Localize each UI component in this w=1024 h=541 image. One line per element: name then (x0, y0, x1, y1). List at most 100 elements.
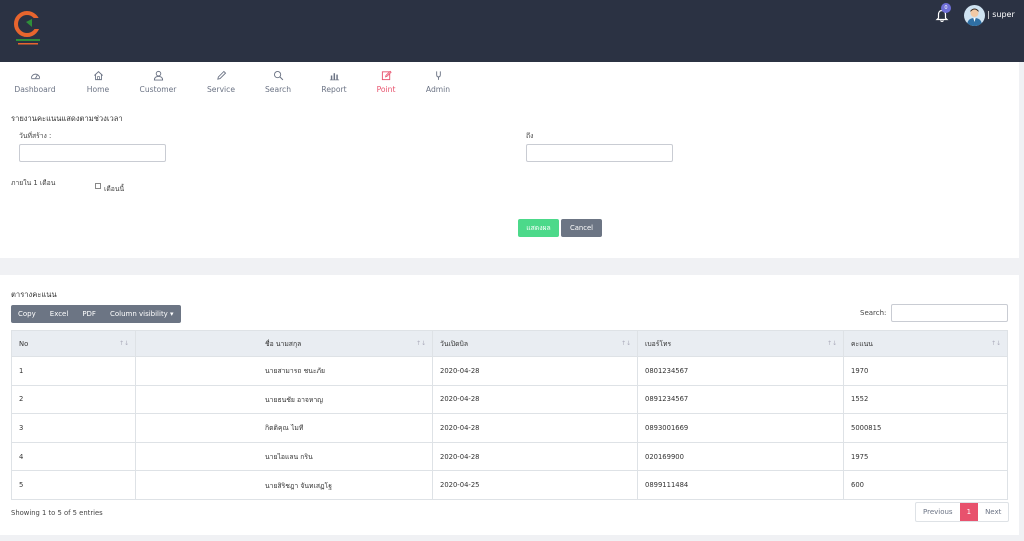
cell-no: 2 (11, 384, 136, 415)
cell-name: กิตติคุณ ไมที (135, 413, 433, 443)
cell-name: นายธนชัย อาจหาญ (135, 384, 433, 415)
user-icon (153, 70, 163, 81)
user-name[interactable]: | super (987, 10, 1015, 19)
cell-no: 4 (11, 441, 136, 472)
table-title: ตารางคะแนน (11, 290, 57, 299)
cell-name: นายไอแลน กริน (135, 441, 433, 472)
table-header-row: No ↑↓ ชื่อ นามสกุล ↑↓ วันเปิดบิล ↑↓ เบอร์โท… (11, 330, 1008, 357)
score-table: No ↑↓ ชื่อ นามสกุล ↑↓ วันเปิดบิล ↑↓ เบอร์โท… (11, 330, 1008, 500)
sort-icon: ↑↓ (620, 340, 631, 347)
nav-label: Dashboard (14, 85, 56, 94)
nav-label: Point (376, 85, 396, 94)
nav-item-point[interactable]: Point (373, 70, 399, 104)
cancel-button[interactable]: Cancel (561, 219, 602, 237)
created-date-label: วันที่สร้าง : (19, 132, 52, 140)
avatar-person-icon (967, 8, 982, 26)
cell-name: นายสิริชฎา จันทเสฏโฐ (135, 470, 433, 500)
cell-no: 5 (11, 470, 136, 500)
pagination-page[interactable]: 1 (959, 503, 979, 521)
nav-item-admin[interactable]: Admin (423, 70, 453, 104)
pencil-icon (216, 70, 226, 80)
column-header-phone[interactable]: เบอร์โทร ↑↓ (637, 330, 844, 357)
within-month-label: ภายใน 1 เดือน (11, 179, 56, 187)
column-header-label: คะแนน (851, 340, 873, 348)
nav-label: Home (86, 85, 110, 94)
nav-label: Search (264, 85, 292, 94)
column-header-label: ชื่อ นามสกุล (265, 340, 302, 348)
table-row: 4 นายไอแลน กริน 2020-04-28 020169900 197… (11, 441, 1008, 472)
cell-phone: 0893001669 (637, 413, 844, 443)
admin-icon (435, 71, 441, 80)
column-header-name[interactable]: ชื่อ นามสกุล ↑↓ (135, 330, 433, 357)
export-button-group: Copy Excel PDF Column visibility ▾ (11, 305, 181, 323)
nav-item-service[interactable]: Service (204, 70, 238, 104)
cell-score: 5000815 (843, 413, 1008, 443)
show-button[interactable]: แสดงผล (518, 219, 559, 237)
table-row: 2 นายธนชัย อาจหาญ 2020-04-28 0891234567 … (11, 384, 1008, 415)
column-header-bill-date[interactable]: วันเปิดบิล ↑↓ (432, 330, 638, 357)
filter-card: รายงานคะแนนแสดงตามช่วงเวลา วันที่สร้าง :… (0, 108, 1019, 258)
home-icon (93, 71, 103, 81)
this-month-label: เดือนนี้ (104, 185, 125, 193)
column-header-no[interactable]: No ↑↓ (11, 330, 136, 357)
edit-icon (381, 70, 392, 81)
cell-bill-date: 2020-04-28 (432, 441, 638, 472)
pagination-next[interactable]: Next (978, 503, 1008, 521)
cell-phone: 020169900 (637, 441, 844, 472)
cell-score: 1552 (843, 384, 1008, 415)
cell-score: 600 (843, 470, 1008, 500)
to-date-input[interactable] (526, 144, 673, 162)
column-visibility-button[interactable]: Column visibility ▾ (103, 305, 181, 323)
cell-bill-date: 2020-04-28 (432, 384, 638, 415)
sort-icon: ↑↓ (826, 340, 837, 347)
search-label: Search: (860, 309, 887, 317)
score-table-card: ตารางคะแนน Copy Excel PDF Column visibil… (0, 275, 1019, 535)
nav-item-customer[interactable]: Customer (136, 70, 180, 104)
cell-phone: 0891234567 (637, 384, 844, 415)
column-header-score[interactable]: คะแนน ↑↓ (843, 330, 1008, 357)
pagination-previous[interactable]: Previous (916, 503, 960, 521)
pagination: Previous 1 Next (915, 502, 1010, 522)
to-date-label: ถึง (526, 132, 534, 140)
cell-name: นายสามารถ ชนะภัย (135, 356, 433, 386)
dashboard-icon (30, 73, 40, 80)
filter-title: รายงานคะแนนแสดงตามช่วงเวลา (11, 114, 123, 123)
search-input[interactable] (891, 304, 1008, 322)
cell-bill-date: 2020-04-28 (432, 413, 638, 443)
cell-no: 3 (11, 413, 136, 443)
cell-phone: 0899111484 (637, 470, 844, 500)
cell-bill-date: 2020-04-28 (432, 356, 638, 386)
cell-bill-date: 2020-04-25 (432, 470, 638, 500)
nav-label: Report (321, 85, 347, 94)
nav-item-report[interactable]: Report (318, 70, 350, 104)
nav-label: Admin (425, 85, 451, 94)
notification-badge: 0 (941, 3, 951, 13)
cell-score: 1975 (843, 441, 1008, 472)
top-bar: 0 | super (0, 0, 1024, 62)
nav-item-search[interactable]: Search (262, 70, 294, 104)
table-row: 5 นายสิริชฎา จันทเสฏโฐ 2020-04-25 089911… (11, 470, 1008, 500)
sort-icon: ↑↓ (990, 340, 1001, 347)
nav-item-home[interactable]: Home (84, 70, 112, 104)
search-icon (273, 71, 283, 81)
table-row: 1 นายสามารถ ชนะภัย 2020-04-28 0801234567… (11, 356, 1008, 386)
sort-icon: ↑↓ (118, 340, 129, 347)
column-header-label: วันเปิดบิล (440, 340, 468, 348)
pdf-button[interactable]: PDF (75, 305, 103, 323)
excel-button[interactable]: Excel (43, 305, 76, 323)
cell-no: 1 (11, 356, 136, 386)
nav-item-dashboard[interactable]: Dashboard (12, 70, 58, 104)
logo[interactable] (14, 10, 42, 48)
column-header-label: เบอร์โทร (645, 340, 672, 348)
created-date-input[interactable] (19, 144, 166, 162)
sort-icon: ↑↓ (415, 340, 426, 347)
copy-button[interactable]: Copy (11, 305, 43, 323)
table-info: Showing 1 to 5 of 5 entries (11, 509, 103, 517)
table-row: 3 กิตติคุณ ไมที 2020-04-28 0893001669 50… (11, 413, 1008, 443)
nav-label: Service (206, 85, 236, 94)
cell-phone: 0801234567 (637, 356, 844, 386)
this-month-checkbox[interactable] (95, 183, 101, 189)
nav-label: Customer (139, 85, 177, 94)
column-header-label: No (19, 339, 29, 348)
avatar[interactable] (964, 5, 985, 26)
